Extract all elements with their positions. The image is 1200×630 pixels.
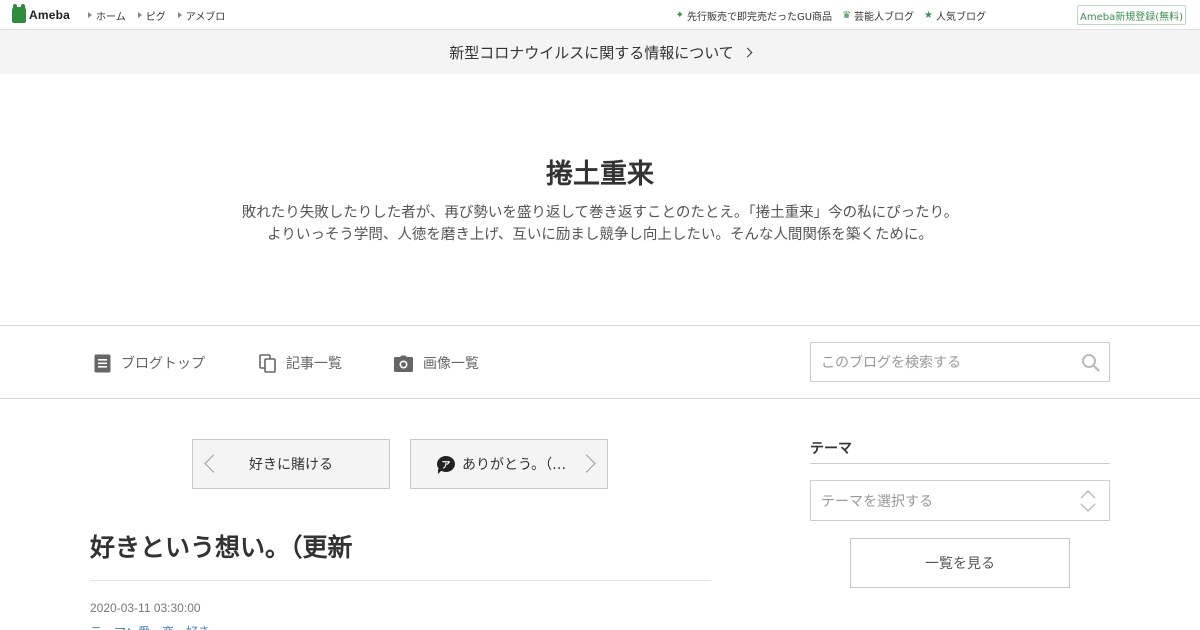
global-nav: ホーム ピグ アメブロ bbox=[88, 0, 237, 30]
chevron-right-icon bbox=[577, 454, 596, 473]
blog-description-line: よりいっそう学問、人徳を磨き上げ、互いに励まし競争し向上したい。そんな人間関係を… bbox=[267, 227, 933, 243]
sparkle-icon: ✦ bbox=[675, 9, 684, 21]
blog-title[interactable]: 捲土重来 bbox=[0, 152, 1200, 191]
document-icon bbox=[94, 354, 111, 373]
header-links: ✦ 先行販売で即完売だったGU商品 ♛ 芸能人ブログ ★ 人気ブログ bbox=[666, 0, 986, 30]
blog-description-line: 敗れたり失敗したりした者が、再び勢いを盛り返して巻き返すことのたとえ。「捲土重来… bbox=[241, 205, 959, 221]
chevron-left-icon bbox=[204, 454, 223, 473]
search-placeholder: このブログを検索する bbox=[821, 355, 961, 371]
blog-search-input[interactable]: このブログを検索する bbox=[810, 342, 1110, 382]
star-icon: ★ bbox=[924, 9, 933, 21]
blog-nav: ブログトップ 記事一覧 画像一覧 このブログを検索する bbox=[0, 325, 1200, 399]
register-button[interactable]: Ameba新規登録(無料) bbox=[1077, 5, 1186, 25]
header-link-gu[interactable]: ✦ 先行販売で即完売だったGU商品 bbox=[676, 8, 832, 23]
global-nav-pigg[interactable]: ピグ bbox=[137, 8, 166, 23]
sidebar-heading: テーマ bbox=[810, 441, 852, 457]
theme-select-placeholder: テーマを選択する bbox=[821, 493, 933, 510]
ameba-logo-icon bbox=[12, 4, 26, 23]
prev-article-title: 好きに賭ける bbox=[249, 457, 333, 473]
view-list-button[interactable]: 一覧を見る bbox=[850, 538, 1070, 588]
divider bbox=[90, 580, 711, 581]
global-header: Ameba ホーム ピグ アメブロ ✦ 先行販売で即完売だったGU商品 ♛ 芸能人ブ… bbox=[0, 0, 1200, 30]
nav-blog-top[interactable]: ブログトップ bbox=[94, 351, 205, 375]
global-nav-ameblo[interactable]: アメブロ bbox=[177, 8, 225, 23]
triangle-right-icon bbox=[177, 12, 182, 18]
global-nav-home[interactable]: ホーム bbox=[88, 8, 126, 23]
copy-pages-icon bbox=[259, 353, 276, 373]
notice-text: 新型コロナウイルスに関する情報について bbox=[449, 43, 734, 62]
chevron-right-icon bbox=[742, 47, 753, 58]
updown-arrows-icon bbox=[1080, 490, 1096, 512]
nav-article-list-label: 記事一覧 bbox=[286, 356, 342, 372]
covid-notice-link[interactable]: 新型コロナウイルスに関する情報について bbox=[0, 30, 1200, 74]
logo-text: Ameba bbox=[29, 8, 71, 22]
article-date: 2020-03-11 03:30:00 bbox=[90, 601, 201, 615]
header-link-popular[interactable]: ★ 人気ブログ bbox=[924, 8, 986, 23]
divider bbox=[810, 463, 1110, 464]
article-title[interactable]: 好きという想い。（更新 bbox=[90, 528, 353, 564]
crown-icon: ♛ bbox=[842, 9, 852, 21]
article-theme-link[interactable]: テーマ：愛・恋・好き bbox=[90, 623, 210, 630]
blog-description: 敗れたり失敗したりした者が、再び勢いを盛り返して巻き返すことのたとえ。「捲土重来… bbox=[0, 202, 1200, 246]
header-link-celebrity[interactable]: ♛ 芸能人ブログ bbox=[842, 8, 914, 23]
camera-icon bbox=[394, 355, 413, 372]
nav-article-list[interactable]: 記事一覧 bbox=[259, 351, 342, 375]
search-icon[interactable] bbox=[1081, 353, 1100, 376]
speech-bubble-icon: ア bbox=[437, 456, 455, 474]
next-article-title: ありがとう。（… bbox=[462, 457, 567, 473]
next-article-button[interactable]: ア ありがとう。（… bbox=[410, 439, 608, 489]
triangle-right-icon bbox=[88, 12, 92, 18]
triangle-right-icon bbox=[137, 12, 142, 18]
nav-blog-top-label: ブログトップ bbox=[121, 356, 205, 372]
theme-select[interactable]: テーマを選択する bbox=[810, 480, 1110, 521]
nav-image-list[interactable]: 画像一覧 bbox=[394, 351, 479, 375]
prev-article-button[interactable]: 好きに賭ける bbox=[192, 439, 390, 489]
nav-image-list-label: 画像一覧 bbox=[423, 356, 479, 372]
ameba-logo[interactable]: Ameba bbox=[12, 4, 71, 24]
